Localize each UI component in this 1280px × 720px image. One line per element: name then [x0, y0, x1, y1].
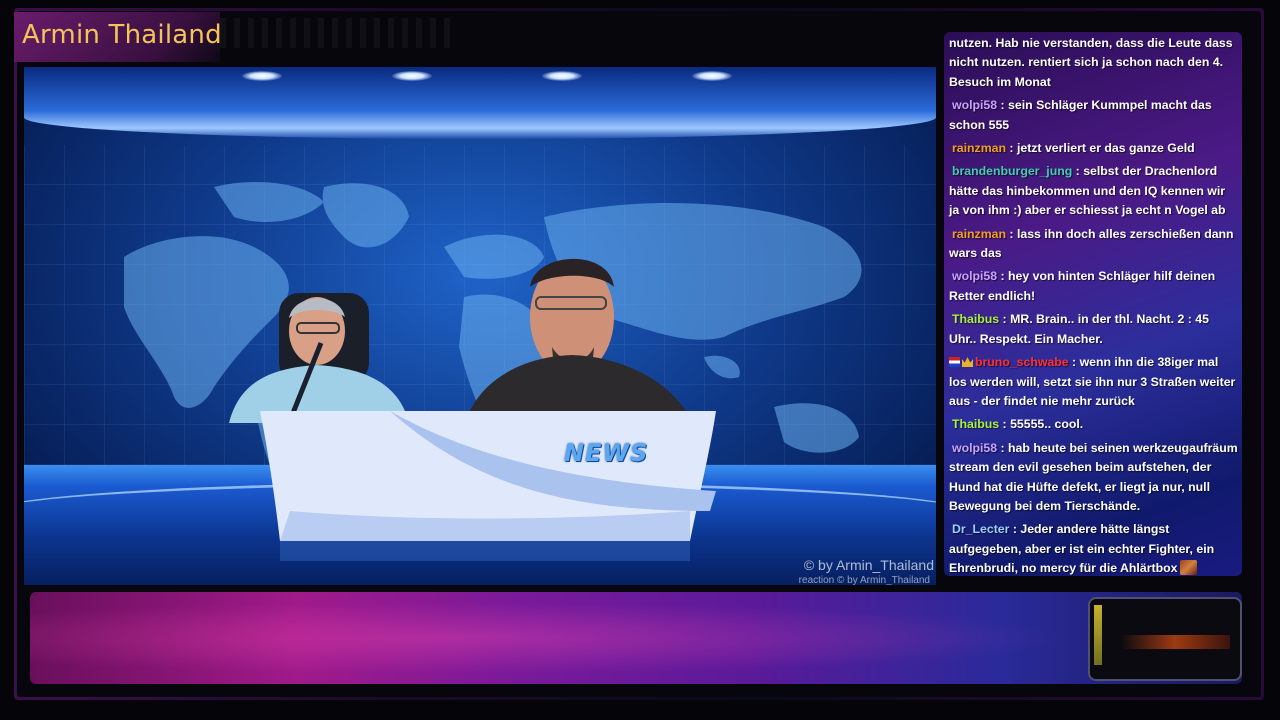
watermark-main: © by Armin_Thailand	[803, 557, 934, 573]
chat-panel[interactable]: nutzen. Hab nie verstanden, dass die Leu…	[944, 32, 1242, 576]
chat-message: Thaibus : 55555.. cool.	[949, 415, 1238, 434]
chat-message: brandenburger_jung : selbst der Drachenl…	[949, 164, 1226, 218]
chat-message: Dr_Lecter : Jeder andere hätte längst au…	[949, 522, 1215, 576]
chat-message: nutzen. Hab nie verstanden, dass die Leu…	[949, 34, 1238, 92]
chat-message: wolpi58 : hey von hinten Schläger hilf d…	[949, 269, 1216, 303]
flag-de-icon	[949, 357, 960, 368]
news-desk-label: NEWS	[564, 439, 649, 467]
chat-message-text: nutzen. Hab nie verstanden, dass die Leu…	[949, 36, 1233, 89]
chat-username[interactable]: rainzman	[949, 227, 1006, 241]
crown-icon	[962, 357, 973, 368]
chat-message-text: jetzt verliert er das ganze Geld	[1016, 141, 1195, 156]
chat-username[interactable]: wolpi58	[949, 441, 997, 455]
chat-username[interactable]: Thaibus	[949, 417, 999, 431]
chat-username[interactable]: rainzman	[949, 141, 1006, 155]
chat-message-text: 55555.. cool.	[1010, 417, 1084, 432]
chat-username[interactable]: bruno_schwabe	[975, 355, 1069, 369]
emote-icon	[1180, 560, 1198, 576]
channel-title: Armin Thailand	[22, 20, 222, 50]
chat-message: wolpi58 : sein Schläger Kummpel macht da…	[949, 98, 1212, 132]
studio-ceiling	[24, 67, 936, 139]
presenter-left	[229, 293, 409, 423]
chat-message: bruno_schwabe : wenn ihn die 38iger mal …	[949, 355, 1236, 408]
chat-message: Thaibus : MR. Brain.. in der thl. Nacht.…	[949, 312, 1209, 346]
chat-username[interactable]: wolpi58	[949, 98, 997, 112]
lower-banner	[30, 592, 1242, 684]
chat-message: rainzman : jetzt verliert er das ganze G…	[949, 139, 1238, 158]
chat-username[interactable]: brandenburger_jung	[949, 164, 1072, 178]
chat-username[interactable]: Dr_Lecter	[949, 522, 1009, 536]
watermark-sub: reaction © by Armin_Thailand	[798, 575, 930, 585]
chat-username[interactable]: wolpi58	[949, 269, 997, 283]
webcam-preview	[1088, 597, 1242, 681]
presenter-right	[464, 258, 694, 427]
chat-message: rainzman : lass ihn doch alles zerschieß…	[949, 226, 1234, 261]
news-desk	[260, 411, 716, 561]
chat-message-list: nutzen. Hab nie verstanden, dass die Leu…	[944, 34, 1242, 576]
decorative-dust	[220, 18, 450, 48]
video-player[interactable]: NEWS © by Armin_Thailand reaction © by A…	[24, 67, 936, 585]
chat-message: wolpi58 : hab heute bei seinen werkzeuga…	[949, 440, 1238, 513]
chat-username[interactable]: Thaibus	[949, 312, 999, 326]
